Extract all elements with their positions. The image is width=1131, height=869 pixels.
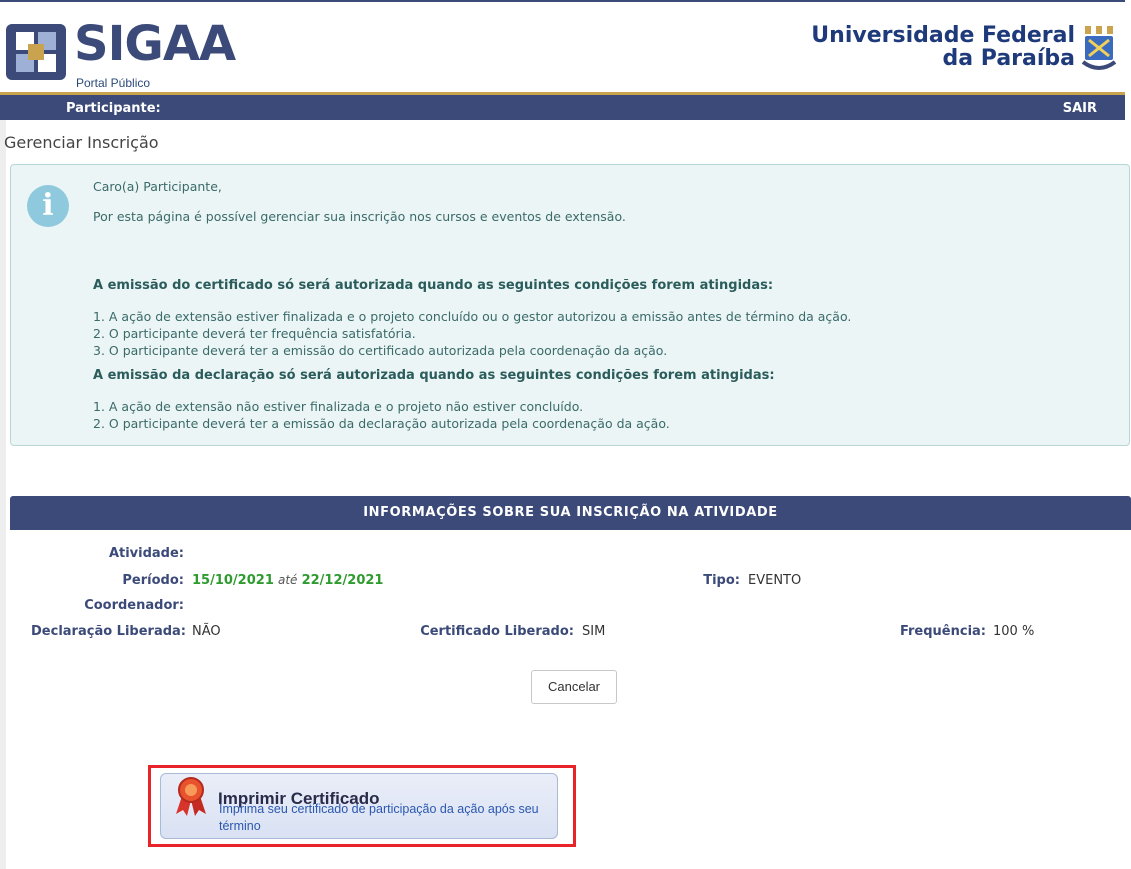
participant-label: Participante: — [66, 101, 161, 116]
declaration-value: NÃO — [192, 624, 221, 639]
certificate-label: Certificado Liberado: — [420, 624, 574, 639]
type-value: EVENTO — [748, 573, 802, 588]
type-label: Tipo: — [703, 573, 740, 588]
list-item: 1. A ação de extensão estiver finalizada… — [93, 309, 852, 324]
info-icon: i — [27, 185, 69, 227]
certificate-conditions-list: 1. A ação de extensão estiver finalizada… — [93, 308, 851, 359]
header: SIGAA Portal Público Universidade Federa… — [0, 0, 1125, 94]
period-label: Período: — [122, 573, 184, 588]
university-crest-icon — [1081, 26, 1117, 70]
cancel-button[interactable]: Cancelar — [531, 670, 617, 704]
frequency-label: Frequência: — [899, 624, 986, 639]
declaration-conditions-list: 1. A ação de extensão não estiver finali… — [93, 398, 670, 432]
period-separator: até — [278, 573, 298, 587]
list-item: 2. O participante deverá ter a emissão d… — [93, 416, 670, 431]
university-line-2: da Paraíba — [942, 46, 1075, 71]
activity-label: Atividade: — [108, 546, 184, 561]
info-box: i Caro(a) Participante, Por esta página … — [10, 164, 1130, 446]
logo-subtitle: Portal Público — [76, 76, 151, 90]
certificate-value: SIM — [582, 624, 606, 639]
list-item: 3. O participante deverá ter a emissão d… — [93, 343, 668, 358]
period-value: 15/10/2021 até 22/12/2021 — [192, 573, 383, 588]
logo-text: SIGAA — [74, 16, 236, 72]
info-intro: Por esta página é possível gerenciar sua… — [93, 209, 626, 224]
university-line-1: Universidade Federal — [811, 23, 1075, 48]
frequency-value: 100 % — [993, 624, 1035, 639]
sigaa-logo-icon — [6, 24, 66, 80]
period-end: 22/12/2021 — [301, 573, 384, 588]
award-ribbon-icon — [176, 777, 206, 816]
certificate-conditions-heading: A emissão do certificado só será autoriz… — [93, 278, 774, 293]
page-title: Gerenciar Inscrição — [4, 133, 159, 152]
details-header: INFORMAÇÕES SOBRE SUA INSCRIÇÃO NA ATIVI… — [10, 496, 1131, 530]
info-greeting: Caro(a) Participante, — [93, 179, 222, 194]
exit-link[interactable]: SAIR — [1063, 101, 1097, 116]
period-start: 15/10/2021 — [192, 573, 274, 588]
list-item: 1. A ação de extensão não estiver finali… — [93, 399, 584, 414]
university-name: Universidade Federal da Paraíba — [811, 24, 1075, 70]
coordinator-label: Coordenador: — [84, 598, 184, 613]
declaration-conditions-heading: A emissão da declaração só será autoriza… — [93, 368, 775, 383]
participant-bar: Participante: SAIR — [0, 92, 1125, 120]
print-certificate-description: Imprima seu certificado de participação … — [219, 802, 539, 833]
declaration-label: Declaração Liberada: — [31, 624, 186, 639]
list-item: 2. O participante deverá ter frequência … — [93, 326, 416, 341]
